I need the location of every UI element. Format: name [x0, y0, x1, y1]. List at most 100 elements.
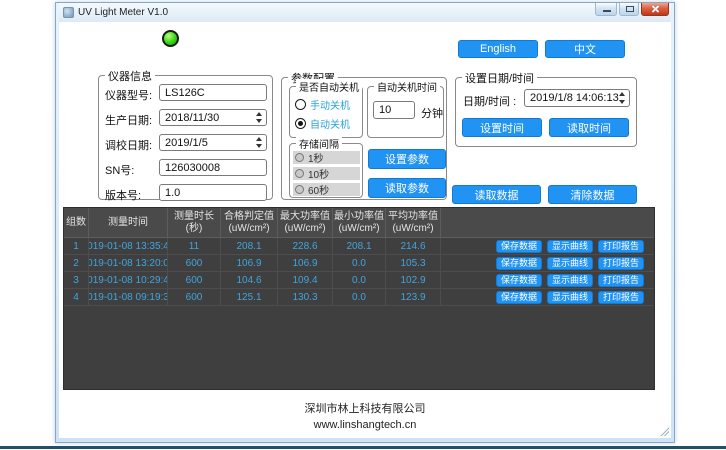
save-data-button[interactable]: 保存数据	[496, 240, 542, 253]
sn-value: 126030008	[165, 162, 220, 174]
print-report-button[interactable]: 打印报告	[598, 274, 644, 287]
cell-group: 1	[64, 238, 89, 254]
read-params-button[interactable]: 读取参数	[368, 178, 446, 198]
manual-off-label: 手动关机	[310, 97, 350, 112]
storage-interval-group: 存储间隔 1秒 10秒 60秒	[289, 143, 363, 198]
spinner-up-icon[interactable]	[256, 137, 262, 141]
datetime-spinner[interactable]: 2019/1/8 14:06:13	[524, 89, 630, 107]
resize-grip[interactable]	[660, 427, 669, 436]
table-row: 2 2019-01-08 13:20:04 600 106.9 106.9 0.…	[64, 255, 654, 272]
minimize-icon	[603, 10, 611, 12]
datetime-label: 日期/时间 :	[463, 93, 516, 109]
save-data-button[interactable]: 保存数据	[496, 257, 542, 270]
cell-actions: 保存数据 显示曲线 打印报告	[441, 255, 654, 271]
show-curve-button[interactable]: 显示曲线	[547, 291, 593, 304]
calibration-date-spinner[interactable]: 2019/1/5	[159, 134, 267, 151]
spinner-down-icon[interactable]	[619, 100, 625, 104]
device-info-legend: 仪器信息	[105, 68, 155, 84]
read-time-button[interactable]: 读取时间	[549, 118, 629, 137]
spinner-arrows[interactable]	[617, 92, 626, 104]
col-time: 测量时间	[89, 208, 168, 237]
language-english-button[interactable]: English	[458, 40, 538, 58]
cell-max: 228.6	[278, 238, 333, 254]
table-row: 4 2019-01-08 09:19:35 600 125.1 130.3 0.…	[64, 289, 654, 306]
table-row: 3 2019-01-08 10:29:40 600 104.6 109.4 0.…	[64, 272, 654, 289]
cell-actions: 保存数据 显示曲线 打印报告	[441, 289, 654, 305]
radio-disabled-icon	[295, 153, 304, 162]
version-label: 版本号:	[105, 187, 141, 203]
print-report-button[interactable]: 打印报告	[598, 257, 644, 270]
print-report-button[interactable]: 打印报告	[598, 240, 644, 253]
interval-1s-label: 1秒	[308, 150, 324, 165]
radio-checked-icon[interactable]	[295, 118, 306, 129]
maximize-button[interactable]	[619, 3, 639, 16]
version-value: 1.0	[165, 187, 180, 199]
spinner-down-icon[interactable]	[256, 119, 262, 123]
taskbar-edge	[0, 446, 726, 449]
calibration-date-value: 2019/1/5	[165, 137, 208, 149]
show-curve-button[interactable]: 显示曲线	[547, 240, 593, 253]
auto-off-legend: 是否自动关机	[296, 79, 362, 94]
spinner-arrows[interactable]	[254, 112, 263, 123]
minimize-button[interactable]	[595, 3, 617, 16]
spinner-arrows[interactable]	[254, 137, 263, 148]
version-input[interactable]: 1.0	[159, 184, 267, 201]
save-data-button[interactable]: 保存数据	[496, 274, 542, 287]
client-area: English 中文 仪器信息 仪器型号: LS126C 生产日期: 2018/…	[59, 22, 671, 438]
calibration-date-label: 调校日期:	[105, 137, 152, 153]
storage-interval-legend: 存储间隔	[296, 136, 342, 151]
cell-avg: 214.6	[386, 238, 441, 254]
interval-60s-option: 60秒	[293, 183, 360, 196]
manual-off-radio[interactable]: 手动关机	[295, 97, 350, 112]
set-time-button[interactable]: 设置时间	[462, 118, 542, 137]
print-report-button[interactable]: 打印报告	[598, 291, 644, 304]
window-title: UV Light Meter V1.0	[78, 7, 168, 18]
interval-60s-label: 60秒	[308, 182, 329, 197]
spinner-up-icon[interactable]	[619, 92, 625, 96]
footer-website: www.linshangtech.cn	[59, 419, 671, 431]
set-params-button[interactable]: 设置参数	[368, 149, 446, 169]
model-field-row: 仪器型号: LS126C	[99, 84, 272, 101]
production-date-label: 生产日期:	[105, 112, 152, 128]
production-date-row: 生产日期: 2018/11/30	[99, 109, 272, 126]
cell-duration: 600	[168, 272, 221, 288]
cell-qualified: 106.9	[221, 255, 278, 271]
production-date-spinner[interactable]: 2018/11/30	[159, 109, 267, 126]
off-time-value: 10	[379, 104, 391, 116]
cell-max: 106.9	[278, 255, 333, 271]
cell-group: 2	[64, 255, 89, 271]
sn-input[interactable]: 126030008	[159, 159, 267, 176]
model-input[interactable]: LS126C	[159, 84, 267, 101]
col-group: 组数	[64, 208, 89, 237]
cell-avg: 102.9	[386, 272, 441, 288]
cell-duration: 11	[168, 238, 221, 254]
read-data-button[interactable]: 读取数据	[452, 185, 541, 204]
save-data-button[interactable]: 保存数据	[496, 291, 542, 304]
col-avg: 平均功率值(uW/cm²)	[386, 208, 441, 237]
sn-label: SN号:	[105, 162, 134, 178]
model-label: 仪器型号:	[105, 87, 152, 103]
show-curve-button[interactable]: 显示曲线	[547, 257, 593, 270]
clear-data-button[interactable]: 清除数据	[548, 185, 637, 204]
close-button[interactable]	[641, 3, 669, 16]
spinner-up-icon[interactable]	[256, 112, 262, 116]
title-bar[interactable]: UV Light Meter V1.0	[59, 3, 671, 22]
cell-duration: 600	[168, 289, 221, 305]
cell-min: 0.0	[333, 272, 386, 288]
spinner-down-icon[interactable]	[256, 144, 262, 148]
col-actions	[441, 208, 654, 237]
off-time-input[interactable]: 10	[373, 101, 415, 119]
model-value: LS126C	[165, 87, 205, 99]
language-chinese-button[interactable]: 中文	[545, 40, 625, 58]
auto-off-radio[interactable]: 自动关机	[295, 116, 350, 131]
measurement-table: 组数 测量时间 测量时长(秒) 合格判定值(uW/cm²) 最大功率值(uW/c…	[63, 207, 655, 390]
version-row: 版本号: 1.0	[99, 184, 272, 201]
radio-disabled-icon	[295, 169, 304, 178]
cell-min: 0.0	[333, 289, 386, 305]
table-row: 1 2019-01-08 13:35:47 11 208.1 228.6 208…	[64, 238, 654, 255]
window-controls	[595, 3, 669, 16]
datetime-group: 设置日期/时间 日期/时间 : 2019/1/8 14:06:13 设置时间 读…	[455, 77, 637, 147]
show-curve-button[interactable]: 显示曲线	[547, 274, 593, 287]
param-config-group: 参数配置 是否自动关机 手动关机 自动关机 自动关机时间 10 分钟	[281, 77, 447, 200]
radio-unchecked-icon[interactable]	[295, 99, 306, 110]
